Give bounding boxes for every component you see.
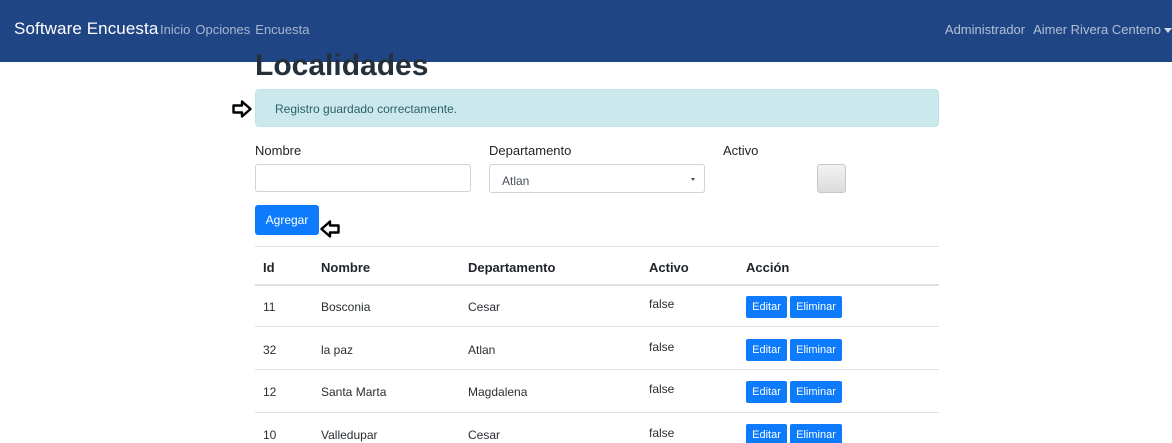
nombre-input[interactable] — [255, 164, 471, 192]
nav-link-opciones[interactable]: Opciones — [195, 22, 250, 37]
table-divider — [255, 412, 939, 413]
cell-departamento: Magdalena — [468, 385, 528, 399]
edit-button[interactable]: Editar — [746, 381, 787, 403]
user-name: Aimer Rivera Centeno — [1033, 22, 1161, 37]
delete-button[interactable]: Eliminar — [790, 339, 842, 361]
cell-activo: false — [649, 382, 675, 396]
cell-departamento: Cesar — [468, 300, 501, 314]
header-accion: Acción — [746, 260, 790, 275]
table-divider — [255, 284, 939, 286]
page-title: Localidades — [255, 49, 429, 82]
departamento-select[interactable]: Atlan — [489, 164, 705, 193]
table-divider — [255, 246, 939, 247]
user-menu[interactable]: Aimer Rivera Centeno — [1033, 22, 1172, 37]
nombre-label: Nombre — [255, 143, 302, 158]
header-activo: Activo — [649, 260, 689, 275]
activo-checkbox[interactable] — [817, 164, 846, 193]
edit-button[interactable]: Editar — [746, 424, 787, 443]
nav-link-administrador[interactable]: Administrador — [945, 22, 1025, 37]
table-divider — [255, 326, 939, 327]
chevron-down-icon — [691, 178, 695, 181]
arrow-right-icon — [232, 100, 252, 118]
departamento-label: Departamento — [489, 143, 572, 158]
header-departamento: Departamento — [468, 260, 556, 275]
success-alert: Registro guardado correctamente. — [255, 89, 939, 127]
cell-id: 32 — [263, 343, 277, 357]
delete-button[interactable]: Eliminar — [790, 424, 842, 443]
cell-activo: false — [649, 297, 675, 311]
arrow-left-icon — [320, 220, 340, 238]
alert-message: Registro guardado correctamente. — [275, 102, 458, 116]
chevron-down-icon — [1164, 28, 1172, 34]
cell-departamento: Cesar — [468, 428, 501, 442]
cell-activo: false — [649, 340, 675, 354]
header-nombre: Nombre — [321, 260, 371, 275]
table-divider — [255, 369, 939, 370]
cell-nombre: Santa Marta — [321, 385, 387, 399]
cell-id: 12 — [263, 385, 277, 399]
cell-nombre: la paz — [321, 343, 354, 357]
delete-button[interactable]: Eliminar — [790, 381, 842, 403]
header-id: Id — [263, 260, 275, 275]
cell-id: 11 — [263, 300, 276, 314]
cell-nombre: Valledupar — [321, 428, 378, 442]
edit-button[interactable]: Editar — [746, 339, 787, 361]
navbar-brand[interactable]: Software Encuesta — [14, 19, 158, 39]
cell-id: 10 — [263, 428, 277, 442]
delete-button[interactable]: Eliminar — [790, 296, 842, 318]
cell-activo: false — [649, 426, 675, 440]
nav-links: Inicio Opciones Encuesta — [160, 22, 309, 37]
navbar: Software Encuesta Inicio Opciones Encues… — [0, 0, 1172, 62]
nav-link-inicio[interactable]: Inicio — [160, 22, 190, 37]
nav-right: Administrador Aimer Rivera Centeno — [945, 22, 1172, 37]
activo-label: Activo — [723, 143, 759, 158]
nav-link-encuesta[interactable]: Encuesta — [255, 22, 309, 37]
cell-departamento: Atlan — [468, 343, 496, 357]
cell-nombre: Bosconia — [321, 300, 371, 314]
agregar-button[interactable]: Agregar — [255, 205, 319, 235]
edit-button[interactable]: Editar — [746, 296, 787, 318]
departamento-selected-value: Atlan — [502, 174, 530, 188]
